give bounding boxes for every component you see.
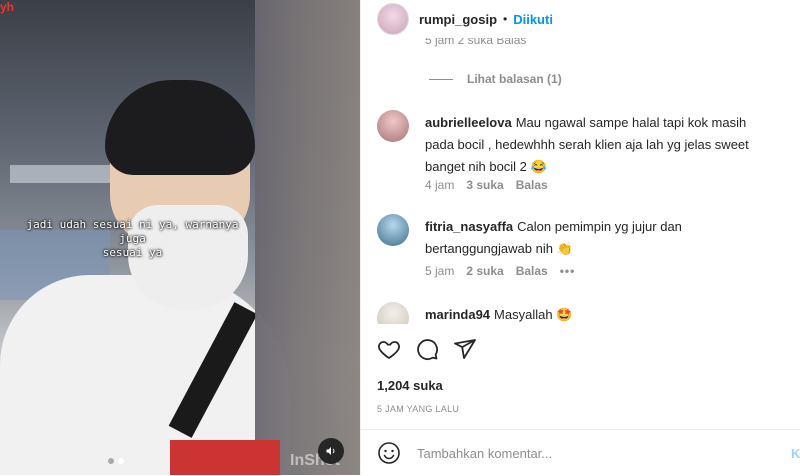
comment-time: 5 jam <box>425 264 455 278</box>
comment-composer: Kirim <box>361 429 800 476</box>
comments-list[interactable]: 5 jam 2 suka Balas Lihat balasan (1) aub… <box>361 38 800 324</box>
more-options-icon[interactable]: ••• <box>560 264 576 278</box>
carousel-dot <box>108 458 114 464</box>
media-blurred-edge <box>255 0 360 475</box>
comment-bubble-icon <box>417 339 438 360</box>
post-header: rumpi_gosip • Diikuti <box>361 0 800 38</box>
media-red-object <box>170 440 280 475</box>
comment-meta: 4 jam 3 suka Balas <box>425 178 548 192</box>
comment-body: aubrielleelova Mau ngawal sampe halal tap… <box>425 112 765 178</box>
comment-username[interactable]: fitria_nasyaffa <box>425 219 513 234</box>
comment-likes[interactable]: 3 suka <box>466 178 503 192</box>
media-corner-tag: yh <box>0 0 15 14</box>
comment-body: marinda94 Masyallah 🤩 <box>425 304 765 324</box>
replies-divider-line <box>429 78 453 80</box>
comment-time: 4 jam <box>425 178 455 192</box>
comment-username[interactable]: aubrielleelova <box>425 115 512 130</box>
comment-button[interactable] <box>415 337 439 361</box>
heart-icon <box>378 341 400 359</box>
post-author-username[interactable]: rumpi_gosip <box>419 12 497 27</box>
view-replies-button[interactable]: Lihat balasan (1) <box>429 72 562 86</box>
video-caption-line: jadi udah sesuai ni ya, warnanya juga <box>26 218 239 245</box>
avatar[interactable] <box>377 3 409 35</box>
likes-count[interactable]: 1,204 suka <box>377 378 443 393</box>
video-caption: jadi udah sesuai ni ya, warnanya juga se… <box>10 218 255 260</box>
post-details-panel: rumpi_gosip • Diikuti 5 jam 2 suka Balas… <box>360 0 800 475</box>
comment-meta: 5 jam 2 suka Balas ••• <box>425 264 575 278</box>
view-replies-label: Lihat balasan (1) <box>467 72 562 86</box>
post-timestamp: 5 JAM YANG LALU <box>377 404 460 414</box>
comment-likes[interactable]: 2 suka <box>466 264 503 278</box>
post-media[interactable]: yh jadi udah sesuai ni ya, warnanya juga… <box>0 0 360 475</box>
share-button[interactable] <box>453 337 477 361</box>
comment-input[interactable] <box>415 444 759 462</box>
carousel-dot-active <box>118 458 124 464</box>
paper-plane-icon <box>454 339 476 359</box>
smiley-icon <box>378 442 400 464</box>
post-comment-button[interactable]: Kirim <box>791 446 800 461</box>
avatar[interactable] <box>377 302 409 324</box>
reply-button[interactable]: Balas <box>516 178 548 192</box>
carousel-indicator <box>108 458 124 464</box>
speaker-icon <box>326 447 335 455</box>
comment-meta-partial: 5 jam 2 suka Balas <box>425 38 527 47</box>
emoji-picker-button[interactable] <box>377 441 401 465</box>
comment-body: fitria_nasyaffa Calon pemimpin yg jujur d… <box>425 216 765 260</box>
avatar[interactable] <box>377 110 409 142</box>
following-button[interactable]: Diikuti <box>513 12 553 27</box>
comment-username[interactable]: marinda94 <box>425 307 490 322</box>
post-actions-bar <box>361 334 800 364</box>
reply-button[interactable]: Balas <box>516 264 548 278</box>
header-separator: • <box>503 12 508 26</box>
avatar[interactable] <box>377 214 409 246</box>
like-button[interactable] <box>377 337 401 361</box>
comment-text: Masyallah 🤩 <box>494 307 573 322</box>
sound-toggle-button[interactable] <box>318 438 344 464</box>
video-caption-line: sesuai ya <box>102 246 163 259</box>
